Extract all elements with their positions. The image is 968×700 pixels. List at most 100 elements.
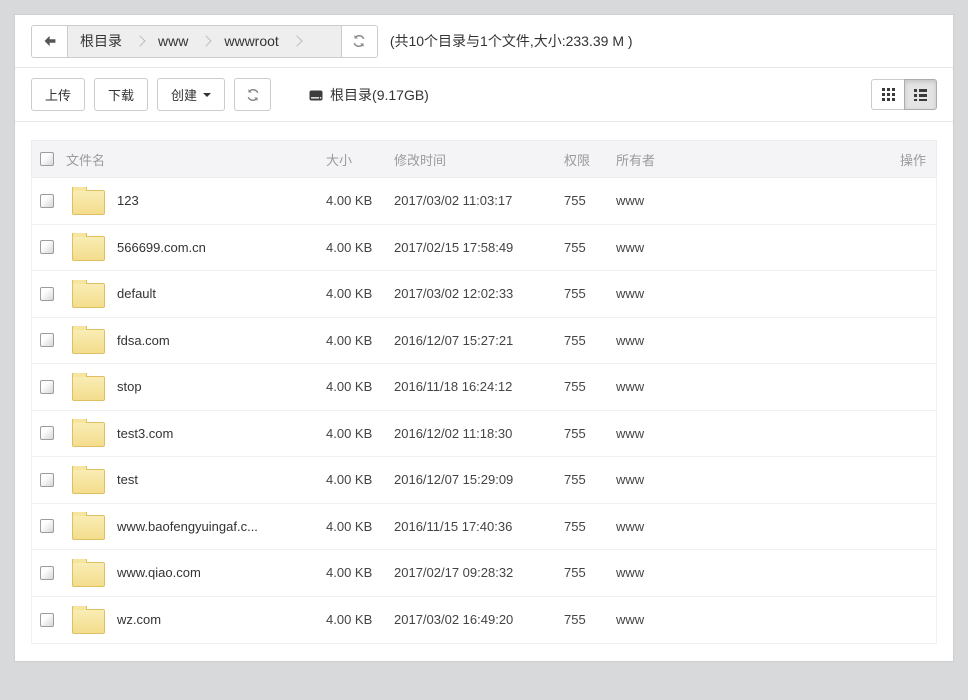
table-row[interactable]: stop 4.00 KB 2016/11/18 16:24:12 755 www — [32, 364, 936, 411]
breadcrumb-bar: 根目录 www wwwroot (共10个目录与1个 — [15, 15, 953, 68]
table-row[interactable]: 123 4.00 KB 2017/03/02 11:03:17 755 www — [32, 178, 936, 225]
file-mtime: 2016/12/07 15:27:21 — [394, 333, 564, 348]
toolbar-refresh-button[interactable] — [234, 78, 271, 111]
row-checkbox[interactable] — [40, 287, 54, 301]
file-name[interactable]: stop — [117, 379, 142, 394]
table-row[interactable]: default 4.00 KB 2017/03/02 12:02:33 755 … — [32, 271, 936, 318]
file-perm: 755 — [564, 286, 616, 301]
file-mtime: 2017/03/02 11:03:17 — [394, 193, 564, 208]
disk-usage-label: 根目录(9.17GB) — [330, 85, 429, 105]
breadcrumb-item-www[interactable]: www — [146, 33, 200, 49]
row-checkbox[interactable] — [40, 240, 54, 254]
file-manager-panel: 根目录 www wwwroot (共10个目录与1个 — [14, 14, 954, 662]
file-owner: www — [616, 426, 706, 441]
file-mtime: 2017/03/02 16:49:20 — [394, 612, 564, 627]
breadcrumb-item-root[interactable]: 根目录 — [68, 31, 134, 51]
file-name[interactable]: test3.com — [117, 426, 173, 441]
row-checkbox[interactable] — [40, 566, 54, 580]
file-owner: www — [616, 379, 706, 394]
col-header-filename[interactable]: 文件名 — [66, 150, 326, 169]
file-name[interactable]: www.qiao.com — [117, 565, 201, 580]
select-all-checkbox[interactable] — [40, 152, 54, 166]
file-perm: 755 — [564, 240, 616, 255]
disk-usage: 根目录(9.17GB) — [308, 85, 429, 105]
file-name[interactable]: fdsa.com — [117, 333, 170, 348]
upload-button[interactable]: 上传 — [31, 78, 85, 111]
file-perm: 755 — [564, 612, 616, 627]
chevron-right-icon — [201, 35, 212, 46]
table-row[interactable]: wz.com 4.00 KB 2017/03/02 16:49:20 755 w… — [32, 597, 936, 644]
row-checkbox[interactable] — [40, 426, 54, 440]
table-header: 文件名 大小 修改时间 权限 所有者 操作 — [31, 140, 937, 178]
file-size: 4.00 KB — [326, 519, 394, 534]
file-name[interactable]: default — [117, 286, 156, 301]
directory-summary: (共10个目录与1个文件,大小:233.39 M ) — [390, 31, 633, 51]
file-size: 4.00 KB — [326, 612, 394, 627]
back-button[interactable] — [32, 26, 68, 57]
col-header-perm[interactable]: 权限 — [564, 150, 616, 169]
table-row[interactable]: www.baofengyuingaf.c... 4.00 KB 2016/11/… — [32, 504, 936, 551]
file-perm: 755 — [564, 519, 616, 534]
list-view-button[interactable] — [904, 79, 937, 110]
folder-icon — [72, 329, 105, 354]
file-size: 4.00 KB — [326, 240, 394, 255]
file-name[interactable]: www.baofengyuingaf.c... — [117, 519, 258, 534]
file-mtime: 2016/12/07 15:29:09 — [394, 472, 564, 487]
refresh-icon — [352, 34, 366, 48]
file-perm: 755 — [564, 565, 616, 580]
row-checkbox[interactable] — [40, 519, 54, 533]
col-header-size[interactable]: 大小 — [326, 150, 394, 169]
file-mtime: 2016/11/15 17:40:36 — [394, 519, 564, 534]
row-checkbox[interactable] — [40, 194, 54, 208]
file-size: 4.00 KB — [326, 193, 394, 208]
file-owner: www — [616, 240, 706, 255]
file-name[interactable]: wz.com — [117, 612, 161, 627]
file-owner: www — [616, 286, 706, 301]
grid-view-button[interactable] — [871, 79, 904, 110]
chevron-right-icon — [291, 35, 302, 46]
file-list-content: 文件名 大小 修改时间 权限 所有者 操作 123 4.00 KB 201 — [15, 122, 953, 644]
table-body: 123 4.00 KB 2017/03/02 11:03:17 755 www … — [31, 178, 937, 644]
file-perm: 755 — [564, 333, 616, 348]
file-size: 4.00 KB — [326, 286, 394, 301]
toolbar: 上传 下载 创建 根目 — [15, 68, 953, 122]
arrow-left-icon — [43, 34, 57, 48]
table-row[interactable]: test 4.00 KB 2016/12/07 15:29:09 755 www — [32, 457, 936, 504]
breadcrumb: 根目录 www wwwroot — [68, 26, 341, 57]
breadcrumb-item-wwwroot[interactable]: wwwroot — [212, 33, 290, 49]
file-name[interactable]: 566699.com.cn — [117, 240, 206, 255]
download-button[interactable]: 下载 — [94, 78, 148, 111]
folder-icon — [72, 515, 105, 540]
col-header-owner[interactable]: 所有者 — [616, 150, 706, 169]
folder-icon — [72, 283, 105, 308]
row-checkbox[interactable] — [40, 333, 54, 347]
table-row[interactable]: test3.com 4.00 KB 2016/12/02 11:18:30 75… — [32, 411, 936, 458]
grid-view-icon — [882, 88, 895, 101]
file-perm: 755 — [564, 426, 616, 441]
file-owner: www — [616, 519, 706, 534]
folder-icon — [72, 469, 105, 494]
row-checkbox[interactable] — [40, 380, 54, 394]
file-size: 4.00 KB — [326, 565, 394, 580]
file-owner: www — [616, 333, 706, 348]
file-mtime: 2017/02/17 09:28:32 — [394, 565, 564, 580]
row-checkbox[interactable] — [40, 473, 54, 487]
file-owner: www — [616, 472, 706, 487]
folder-icon — [72, 609, 105, 634]
col-header-mtime[interactable]: 修改时间 — [394, 150, 564, 169]
table-row[interactable]: fdsa.com 4.00 KB 2016/12/07 15:27:21 755… — [32, 318, 936, 365]
file-name[interactable]: test — [117, 472, 138, 487]
breadcrumb-refresh-button[interactable] — [341, 26, 377, 57]
table-row[interactable]: 566699.com.cn 4.00 KB 2017/02/15 17:58:4… — [32, 225, 936, 272]
create-button-label: 创建 — [171, 85, 197, 104]
create-button[interactable]: 创建 — [157, 78, 225, 111]
row-checkbox[interactable] — [40, 613, 54, 627]
table-row[interactable]: www.qiao.com 4.00 KB 2017/02/17 09:28:32… — [32, 550, 936, 597]
hdd-icon — [308, 87, 324, 103]
file-size: 4.00 KB — [326, 379, 394, 394]
file-mtime: 2017/02/15 17:58:49 — [394, 240, 564, 255]
file-perm: 755 — [564, 472, 616, 487]
folder-icon — [72, 190, 105, 215]
file-name[interactable]: 123 — [117, 193, 139, 208]
view-toggle — [871, 79, 937, 110]
